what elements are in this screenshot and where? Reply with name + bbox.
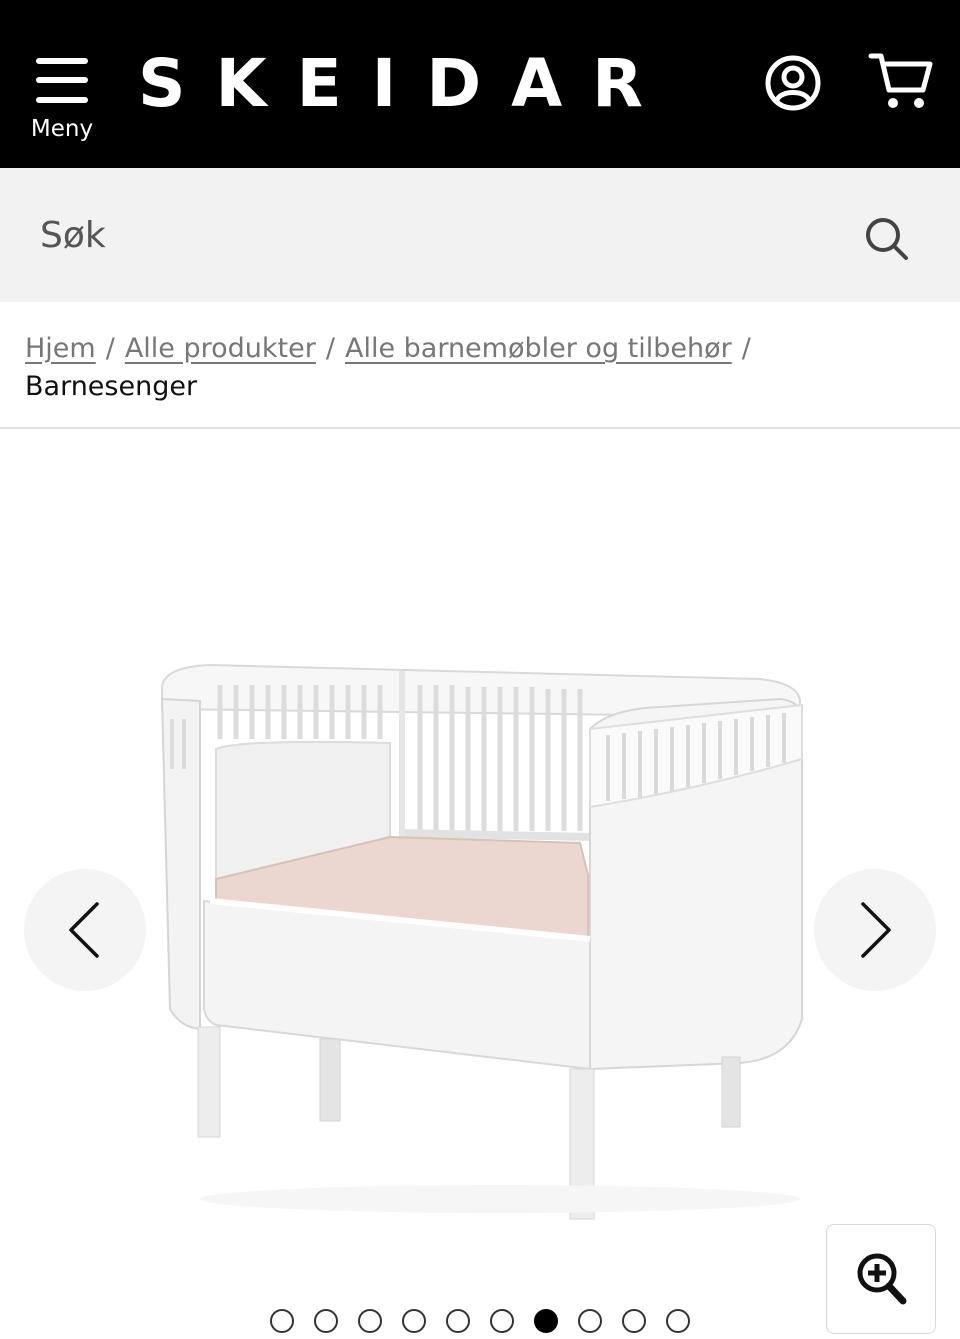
pagination-dot[interactable]	[314, 1309, 338, 1333]
breadcrumb-separator: /	[105, 333, 115, 364]
zoom-in-icon	[857, 1253, 907, 1305]
breadcrumb-current: Barnesenger	[25, 371, 198, 402]
menu-icon	[36, 56, 88, 106]
breadcrumb-separator: /	[325, 333, 335, 364]
cart-icon	[868, 53, 933, 108]
zoom-button[interactable]	[826, 1224, 936, 1334]
pagination-dot[interactable]	[622, 1309, 646, 1333]
pagination-dot[interactable]	[534, 1309, 558, 1333]
menu-label: Meny	[30, 116, 94, 142]
search-bar	[0, 168, 960, 302]
search-icon	[866, 218, 908, 260]
breadcrumb: Hjem / Alle produkter / Alle barnemøbler og …	[25, 330, 935, 406]
account-button[interactable]	[764, 54, 822, 112]
search-button[interactable]	[860, 212, 916, 268]
search-input[interactable]	[24, 202, 844, 268]
next-image-button[interactable]	[814, 869, 936, 991]
pagination-dot[interactable]	[490, 1309, 514, 1333]
previous-image-button[interactable]	[24, 869, 146, 991]
site-header: Meny SKEIDAR	[0, 0, 960, 168]
image-pagination	[270, 1309, 690, 1333]
pagination-dot[interactable]	[446, 1309, 470, 1333]
pagination-dot[interactable]	[402, 1309, 426, 1333]
pagination-dot[interactable]	[358, 1309, 382, 1333]
menu-button[interactable]: Meny	[24, 50, 100, 150]
chevron-left-icon	[69, 902, 99, 958]
chevron-right-icon	[861, 902, 891, 958]
site-logo[interactable]: SKEIDAR	[138, 46, 673, 122]
breadcrumb-separator: /	[741, 333, 751, 364]
breadcrumb-link-children-furniture[interactable]: Alle barnemøbler og tilbehør	[345, 333, 732, 364]
product-gallery	[0, 429, 960, 1339]
cart-button[interactable]	[868, 50, 934, 112]
pagination-dot[interactable]	[666, 1309, 690, 1333]
pagination-dot[interactable]	[270, 1309, 294, 1333]
breadcrumb-link-home[interactable]: Hjem	[25, 333, 96, 364]
product-image[interactable]	[140, 639, 830, 1229]
pagination-dot[interactable]	[578, 1309, 602, 1333]
breadcrumb-link-all-products[interactable]: Alle produkter	[125, 333, 316, 364]
account-icon	[765, 55, 821, 111]
